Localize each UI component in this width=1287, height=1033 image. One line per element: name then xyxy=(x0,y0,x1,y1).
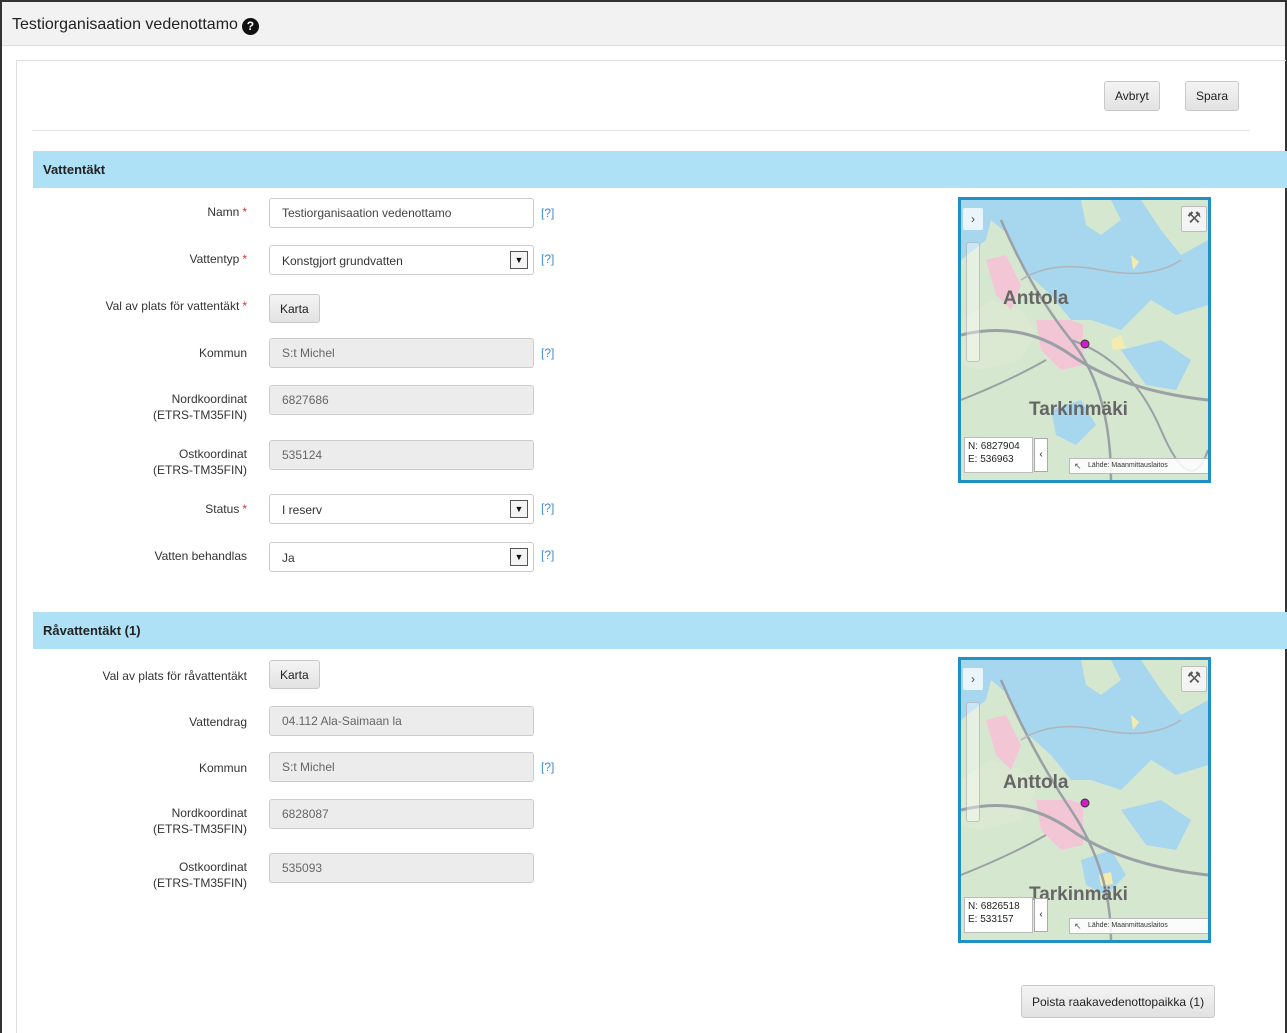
status-value: I reserv xyxy=(282,503,323,517)
title-bar: Testiorganisaation vedenottamo? xyxy=(2,2,1285,46)
treated-help-link[interactable]: [?] xyxy=(541,548,554,562)
name-help-link[interactable]: [?] xyxy=(541,206,554,220)
page-title: Testiorganisaation vedenottamo? xyxy=(12,16,259,35)
coordinate-n: N: 6827904 xyxy=(968,441,1020,452)
cancel-button[interactable]: Avbryt xyxy=(1104,81,1160,111)
raw-east-coordinate-label: Ostkoordinat (ETRS-TM35FIN) xyxy=(153,860,247,890)
raw-location-map[interactable]: Anttola Tarkinmäki › ⚒ N: 6826518 E: 533… xyxy=(958,657,1211,943)
raw-north-coordinate-label: Nordkoordinat (ETRS-TM35FIN) xyxy=(153,806,247,836)
raw-municipality-field[interactable] xyxy=(269,752,534,782)
location-map-button[interactable]: Karta xyxy=(269,294,320,323)
save-button[interactable]: Spara xyxy=(1185,81,1240,111)
watertype-help-link[interactable]: [?] xyxy=(541,252,554,266)
dropdown-arrow-icon[interactable]: ▼ xyxy=(510,548,528,566)
status-help-link[interactable]: [?] xyxy=(541,501,554,515)
raw-municipality-help-link[interactable]: [?] xyxy=(541,760,554,774)
expand-icon[interactable]: › xyxy=(963,208,983,230)
tools-icon[interactable]: ⚒ xyxy=(1181,666,1207,692)
tools-icon[interactable]: ⚒ xyxy=(1181,206,1207,232)
collapse-icon[interactable]: ‹ xyxy=(1034,438,1048,472)
required-mark: * xyxy=(242,205,247,219)
coordinates-readout: N: 6827904 E: 536963 ‹ xyxy=(964,437,1048,473)
east-coordinate-label: Ostkoordinat (ETRS-TM35FIN) xyxy=(153,447,247,477)
location-marker[interactable] xyxy=(1080,798,1090,808)
resize-corner-icon[interactable]: ↖ xyxy=(1074,921,1082,932)
resize-corner-icon[interactable]: ↖ xyxy=(1074,461,1082,472)
north-coordinate-field[interactable] xyxy=(269,385,534,415)
collapse-icon[interactable]: ‹ xyxy=(1034,898,1048,932)
map-place-label: Anttola xyxy=(1003,772,1069,793)
municipality-help-link[interactable]: [?] xyxy=(541,346,554,360)
watercourse-field[interactable] xyxy=(269,706,534,736)
location-label: Val av plats för vattentäkt * xyxy=(105,299,247,313)
coordinates-readout: N: 6826518 E: 533157 ‹ xyxy=(964,897,1048,933)
municipality-field[interactable] xyxy=(269,338,534,368)
dropdown-arrow-icon[interactable]: ▼ xyxy=(510,500,528,518)
watertype-label: Vattentyp * xyxy=(189,252,247,266)
map-attribution: ↖ Lähde: Maanmittauslaitos xyxy=(1069,458,1208,474)
help-icon[interactable]: ? xyxy=(241,18,259,35)
toolbar-divider xyxy=(32,130,1250,131)
zoom-slider[interactable] xyxy=(966,702,980,822)
raw-east-coordinate-field[interactable] xyxy=(269,853,534,883)
raw-location-label: Val av plats för råvattentäkt xyxy=(102,669,247,683)
raw-north-coordinate-field[interactable] xyxy=(269,799,534,829)
north-coordinate-label: Nordkoordinat (ETRS-TM35FIN) xyxy=(153,392,247,422)
name-label: Namn * xyxy=(207,205,247,219)
expand-icon[interactable]: › xyxy=(963,668,983,690)
delete-raw-water-intake-button[interactable]: Poista raakavedenottopaikka (1) xyxy=(1021,985,1216,1018)
required-mark: * xyxy=(242,252,247,266)
location-map[interactable]: Anttola Tarkinmäki › ⚒ N: 6827904 E: 536… xyxy=(958,197,1211,483)
map-place-label: Tarkinmäki xyxy=(1029,399,1128,420)
watertype-select[interactable]: Konstgjort grundvatten ▼ xyxy=(269,245,534,275)
coordinate-e: E: 533157 xyxy=(968,914,1014,925)
status-select[interactable]: I reserv ▼ xyxy=(269,494,534,524)
section-header-raw-water-intake: Råvattentäkt (1) xyxy=(33,612,1287,649)
watertype-value: Konstgjort grundvatten xyxy=(282,254,403,268)
coordinate-e: E: 536963 xyxy=(968,454,1014,465)
watercourse-label: Vattendrag xyxy=(189,715,247,729)
required-mark: * xyxy=(242,299,247,313)
map-attribution: ↖ Lähde: Maanmittauslaitos xyxy=(1069,918,1208,934)
raw-location-map-button[interactable]: Karta xyxy=(269,660,320,689)
raw-municipality-label: Kommun xyxy=(198,761,247,775)
required-mark: * xyxy=(242,502,247,516)
location-marker[interactable] xyxy=(1080,339,1090,349)
treated-value: Ja xyxy=(282,551,295,565)
map-place-label: Anttola xyxy=(1003,288,1069,309)
name-input[interactable] xyxy=(269,198,534,228)
section-header-water-intake: Vattentäkt xyxy=(33,151,1287,188)
coordinate-n: N: 6826518 xyxy=(968,901,1020,912)
dropdown-arrow-icon[interactable]: ▼ xyxy=(510,251,528,269)
treated-select[interactable]: Ja ▼ xyxy=(269,542,534,572)
page-title-text: Testiorganisaation vedenottamo xyxy=(12,16,238,33)
status-label: Status * xyxy=(205,502,247,516)
east-coordinate-field[interactable] xyxy=(269,440,534,470)
zoom-slider[interactable] xyxy=(966,242,980,362)
treated-label: Vatten behandlas xyxy=(154,549,247,563)
municipality-label: Kommun xyxy=(198,346,247,360)
